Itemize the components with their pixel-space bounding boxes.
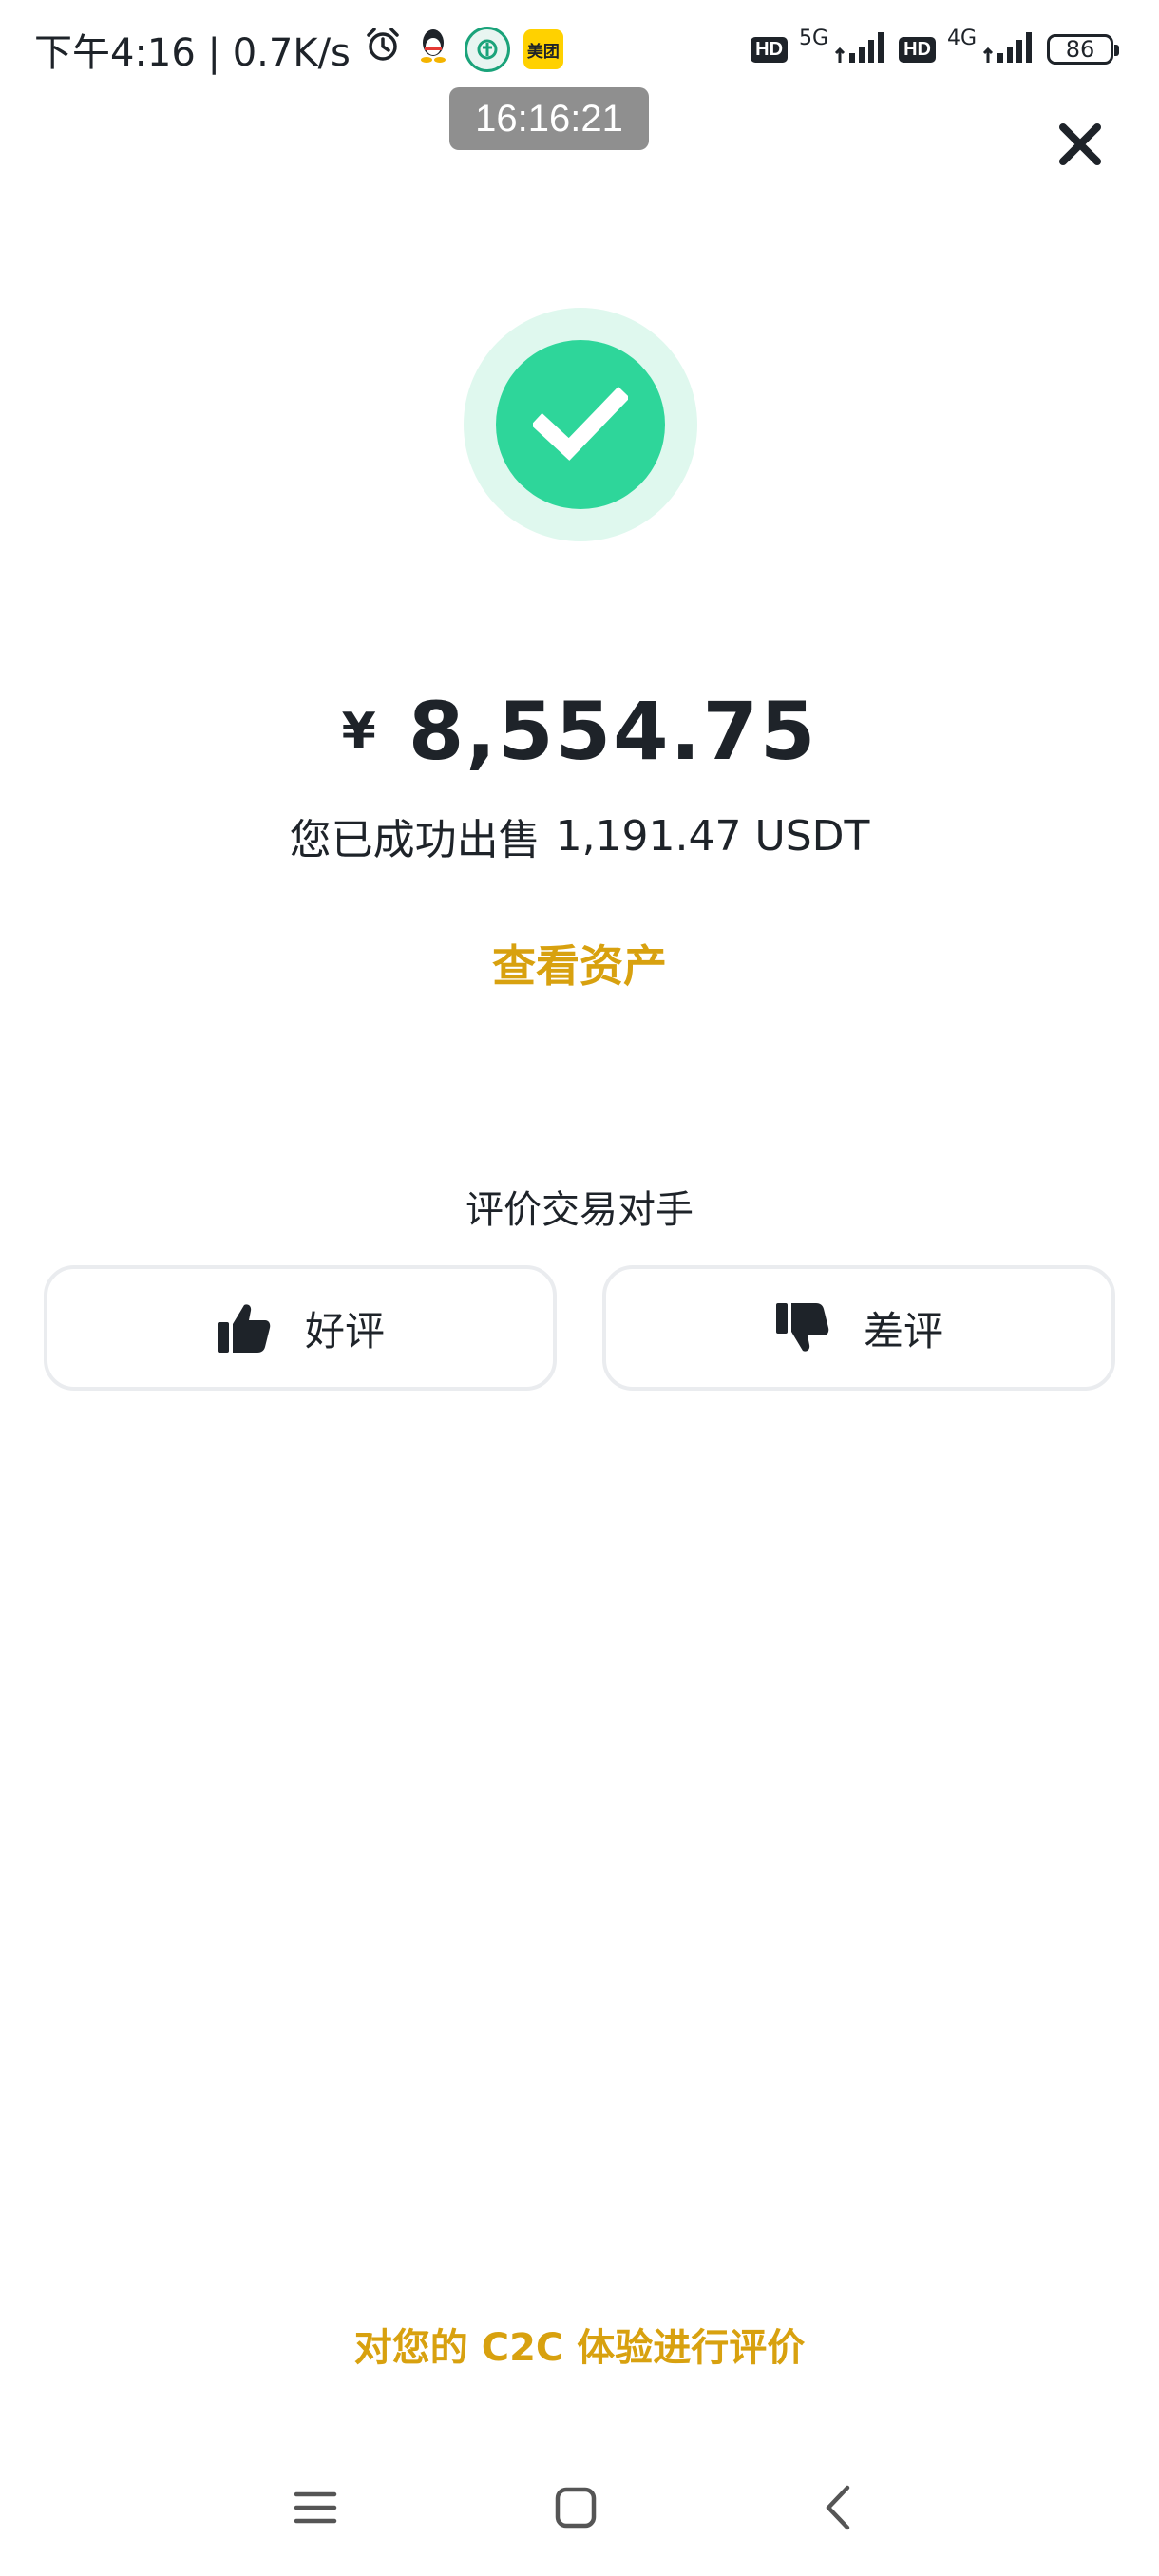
network-5g-label: 5G [799,27,829,50]
signal-icon [834,30,887,68]
back-arrow-icon [826,2485,850,2530]
thumbs-up-icon [217,1304,271,1353]
close-button[interactable] [1050,114,1111,175]
positive-rating-button[interactable]: 好评 [44,1265,557,1391]
thumbs-down-icon [775,1303,829,1352]
alarm-icon [364,26,402,73]
sold-prefix: 您已成功出售 [289,816,541,864]
sold-summary: 您已成功出售 1,191.47 USDT [0,805,1159,866]
hd-badge-2: HD [899,36,936,63]
network-4g-label: 4G [946,27,977,50]
success-circle [496,340,665,509]
meituan-icon: 美团 [522,29,563,69]
status-bar-right: HD 5G HD 4G 86 [750,21,1119,78]
negative-rating-label: 差评 [863,1307,943,1354]
bank-app-icon [464,27,510,72]
status-time-speed: 下午4:16 | 0.7K/s [34,31,351,75]
time-overlay: 16:16:21 [449,87,649,150]
positive-rating-label: 好评 [304,1307,385,1354]
negative-rating-button[interactable]: 差评 [602,1265,1115,1391]
signal-icon-2 [982,30,1036,68]
sold-amount: 1,191.47 USDT [555,811,870,861]
rating-title: 评价交易对手 [466,1188,694,1232]
success-badge [464,308,697,541]
check-icon [533,387,628,461]
system-nav-bar [0,2470,1159,2546]
menu-nav-button[interactable] [277,2470,353,2546]
close-icon [1059,123,1101,165]
currency-symbol: ¥ [341,703,376,760]
back-nav-button[interactable] [800,2470,876,2546]
amount-value: 8,554.75 [408,685,818,778]
battery-icon: 86 [1047,34,1119,65]
view-assets-link[interactable]: 查看资产 [0,933,1159,994]
fiat-amount: ¥ 8,554.75 [0,684,1159,779]
home-nav-button[interactable] [538,2470,614,2546]
qq-icon [415,26,451,73]
battery-level: 86 [1065,36,1095,63]
c2c-feedback-link[interactable]: 对您的 C2C 体验进行评价 [0,2316,1159,2373]
menu-icon [294,2491,337,2524]
home-square-icon [555,2487,597,2529]
status-bar-left: 下午4:16 | 0.7K/s 美团 [34,21,563,78]
hd-badge: HD [750,36,788,63]
